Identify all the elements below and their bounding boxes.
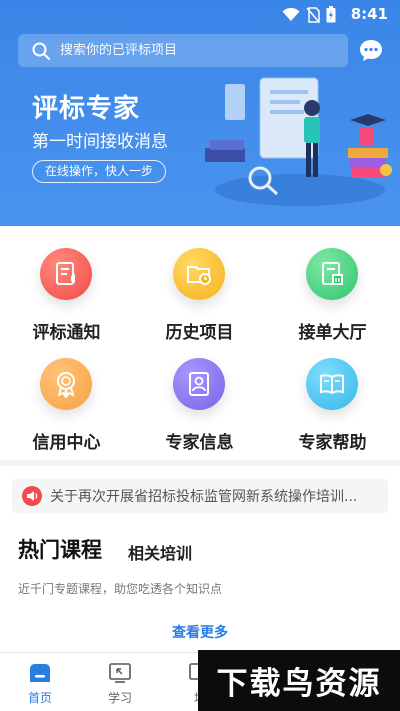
message-icon[interactable] <box>358 38 384 64</box>
tab-hot-courses[interactable]: 热门课程 <box>18 534 102 564</box>
status-bar: 8:41 <box>0 0 400 28</box>
feature-grid: 评标通知 历史项目 接单大厅 信用中心 专家信息 专家帮助 <box>0 238 400 453</box>
watermark: 下载鸟资源 <box>198 650 400 711</box>
folder-clock-icon <box>173 248 225 300</box>
nav-label: 学习 <box>107 691 132 705</box>
home-icon <box>30 664 50 682</box>
status-icons <box>282 6 336 23</box>
banner-title: 评标专家 <box>32 94 141 124</box>
banner-subtitle: 第一时间接收消息 <box>32 132 168 152</box>
search-icon <box>32 42 50 60</box>
monitor-icon <box>109 663 131 683</box>
grid-label: 专家信息 <box>165 433 234 453</box>
medal-icon <box>40 358 92 410</box>
nav-item-home[interactable]: 首页 <box>0 653 80 711</box>
section-divider <box>0 460 400 466</box>
grid-item-order-hall[interactable]: 接单大厅 <box>266 238 399 346</box>
tab-related-training[interactable]: 相关培训 <box>128 540 192 564</box>
id-card-icon <box>173 358 225 410</box>
grid-item-expert-info[interactable]: 专家信息 <box>133 348 266 456</box>
grid-item-expert-help[interactable]: 专家帮助 <box>266 348 399 456</box>
search-bar[interactable] <box>18 34 348 67</box>
grid-item-bid-notice[interactable]: 评标通知 <box>0 238 133 346</box>
document-sound-icon <box>40 248 92 300</box>
grid-label: 信用中心 <box>32 433 101 453</box>
grid-label: 接单大厅 <box>298 323 367 343</box>
notice-text: 关于再次开展省招标投标监管网新系统操作培训... <box>50 489 358 505</box>
nav-item-study[interactable]: 学习 <box>80 653 160 711</box>
wifi-icon <box>282 7 300 21</box>
battery-charging-icon <box>326 6 336 23</box>
notice-bar[interactable]: 关于再次开展省招标投标监管网新系统操作培训... <box>12 479 388 513</box>
status-time: 8:41 <box>350 5 388 23</box>
banner-tag[interactable]: 在线操作，快人一步 <box>32 160 167 183</box>
grid-label: 专家帮助 <box>298 433 367 453</box>
nav-label: 首页 <box>27 691 52 705</box>
course-description: 近千门专题课程，助您吃透各个知识点 <box>18 582 223 596</box>
book-icon <box>306 358 358 410</box>
banner-illustration <box>205 77 392 206</box>
see-more-link[interactable]: 查看更多 <box>0 622 400 642</box>
grid-item-credit-center[interactable]: 信用中心 <box>0 348 133 456</box>
grid-item-history-projects[interactable]: 历史项目 <box>133 238 266 346</box>
search-input[interactable] <box>60 43 310 58</box>
header-banner: 8:41 评标专家 第一时间接收消息 在线操作，快人一步 <box>0 0 400 226</box>
grid-label: 评标通知 <box>32 323 101 343</box>
no-sim-icon <box>306 6 320 23</box>
grid-label: 历史项目 <box>165 323 234 343</box>
document-building-icon <box>306 248 358 300</box>
speaker-icon <box>22 486 42 506</box>
